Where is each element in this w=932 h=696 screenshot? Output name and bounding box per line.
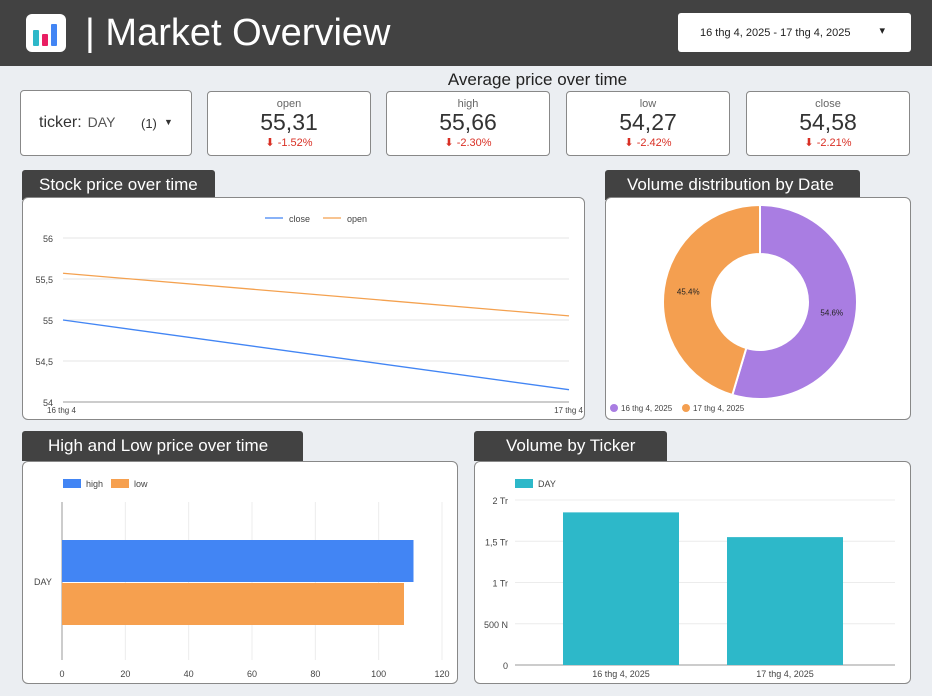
- x-tick-label: 60: [247, 669, 257, 679]
- metric-delta: ⬇ -2.42%: [567, 136, 729, 149]
- high-low-bar-chart: 0 20 40 60 80 100 120 DAY high low: [34, 479, 450, 679]
- x-tick-label: 40: [184, 669, 194, 679]
- metric-value: 54,27: [619, 109, 677, 135]
- x-tick-label: 100: [371, 669, 386, 679]
- legend-label: open: [347, 214, 367, 224]
- stock-price-line-chart: 5454,55555,55616 thg 4 17 thg 4close open: [35, 214, 583, 415]
- panel-title-volume-ticker: Volume by Ticker: [474, 431, 667, 461]
- legend-swatch: [610, 404, 618, 412]
- legend-label: low: [134, 479, 148, 489]
- metric-delta-value: -2.42%: [636, 137, 672, 149]
- metric-delta-value: -2.21%: [816, 137, 852, 149]
- volume-donut-chart: 54.6% 45.4% 16 thg 4, 2025 17 thg 4, 2025: [610, 203, 858, 413]
- date-range-text: 16 thg 4, 2025 - 17 thg 4, 2025: [700, 26, 851, 39]
- metric-delta-value: -2.30%: [456, 137, 492, 149]
- volume-bar: [563, 512, 679, 665]
- metric-value: 55,31: [260, 109, 318, 135]
- x-tick-label: 16 thg 4, 2025: [592, 669, 650, 679]
- legend-swatch: [682, 404, 690, 412]
- ticker-count: (1): [141, 116, 157, 131]
- metric-value: 55,66: [439, 109, 497, 135]
- series-line-close: [62, 319, 570, 391]
- y-tick-label: 54,5: [35, 357, 53, 367]
- metric-delta-value: -1.52%: [277, 137, 313, 149]
- volume-bar: [727, 537, 843, 665]
- legend-label: 17 thg 4, 2025: [693, 404, 745, 413]
- volume-bar-chart: 0 500 N 1 Tr 1,5 Tr 2 Tr 16 thg 4, 2025 17 thg…: [484, 479, 895, 679]
- high-low-panel: 0 20 40 60 80 100 120 DAY high low: [22, 461, 458, 684]
- ticker-filter-label: ticker: DAY: [39, 114, 115, 132]
- down-arrow-icon: ⬇: [444, 137, 454, 149]
- ticker-filter[interactable]: ticker: DAY (1) ▼: [20, 90, 192, 156]
- panel-title-stock-price: Stock price over time: [22, 170, 215, 200]
- stock-price-panel: 54 54,5 55 55,5 56 16 thg 4 17 thg 4 close open: [22, 197, 585, 420]
- x-tick-label: 17 thg 4, 2025: [756, 669, 814, 679]
- metric-value: 54,58: [799, 109, 857, 135]
- legend-label: DAY: [538, 479, 556, 489]
- chart-logo-icon: [26, 14, 66, 52]
- ticker-value: DAY: [87, 114, 116, 130]
- y-tick-label: 56: [43, 234, 53, 244]
- x-tick-label: 16 thg 4: [47, 406, 76, 415]
- panel-title-volume-dist: Volume distribution by Date: [605, 170, 860, 200]
- legend-swatch: [63, 479, 81, 488]
- bar-high: [62, 540, 414, 582]
- panel-title-high-low: High and Low price over time: [22, 431, 303, 461]
- legend-swatch: [515, 479, 533, 488]
- slice-label: 45.4%: [677, 288, 700, 297]
- x-tick-label: 0: [59, 669, 64, 679]
- metric-card-open: open 55,31 ⬇ -1.52%: [207, 91, 371, 156]
- x-tick-label: 17 thg 4: [554, 406, 583, 415]
- legend-swatch: [111, 479, 129, 488]
- slice-label: 54.6%: [820, 308, 843, 317]
- down-arrow-icon: ⬇: [265, 137, 275, 149]
- legend-label: close: [289, 214, 310, 224]
- y-tick-label: 500 N: [484, 620, 508, 630]
- x-tick-label: 120: [434, 669, 449, 679]
- volume-ticker-panel: 0 500 N 1 Tr 1,5 Tr 2 Tr 16 thg 4, 2025 17 thg…: [474, 461, 911, 684]
- metric-delta: ⬇ -1.52%: [208, 136, 370, 149]
- legend-label: high: [86, 479, 103, 489]
- metric-card-close: close 54,58 ⬇ -2.21%: [746, 91, 910, 156]
- y-tick-label: 55,5: [35, 275, 53, 285]
- date-range-picker[interactable]: 16 thg 4, 2025 - 17 thg 4, 2025 ▾: [678, 13, 911, 52]
- metric-card-low: low 54,27 ⬇ -2.42%: [566, 91, 730, 156]
- y-tick-label: 1,5 Tr: [485, 537, 508, 547]
- volume-dist-panel: 54.6% 45.4% 16 thg 4, 2025 17 thg 4, 2025: [605, 197, 911, 420]
- x-tick-label: 80: [310, 669, 320, 679]
- section-title: Average price over time: [447, 70, 628, 89]
- y-tick-label: 1 Tr: [492, 579, 508, 589]
- down-arrow-icon: ⬇: [624, 137, 634, 149]
- page-title: | Market Overview: [85, 12, 391, 54]
- metric-delta: ⬇ -2.21%: [747, 136, 909, 149]
- bar-low: [62, 583, 404, 625]
- y-tick-label: 55: [43, 316, 53, 326]
- y-tick-label: 2 Tr: [492, 496, 508, 506]
- y-category-label: DAY: [34, 577, 52, 587]
- ticker-label-text: ticker:: [39, 114, 82, 131]
- down-arrow-icon: ⬇: [804, 137, 814, 149]
- chevron-down-icon: ▾: [879, 25, 885, 37]
- y-tick-label: 0: [503, 661, 508, 671]
- header-bar: | Market Overview 16 thg 4, 2025 - 17 th…: [0, 0, 932, 66]
- metric-card-high: high 55,66 ⬇ -2.30%: [386, 91, 550, 156]
- legend-label: 16 thg 4, 2025: [621, 404, 673, 413]
- series-line-open: [62, 272, 570, 317]
- dropdown-caret-icon: ▼: [164, 117, 173, 127]
- x-tick-label: 20: [120, 669, 130, 679]
- metric-delta: ⬇ -2.30%: [387, 136, 549, 149]
